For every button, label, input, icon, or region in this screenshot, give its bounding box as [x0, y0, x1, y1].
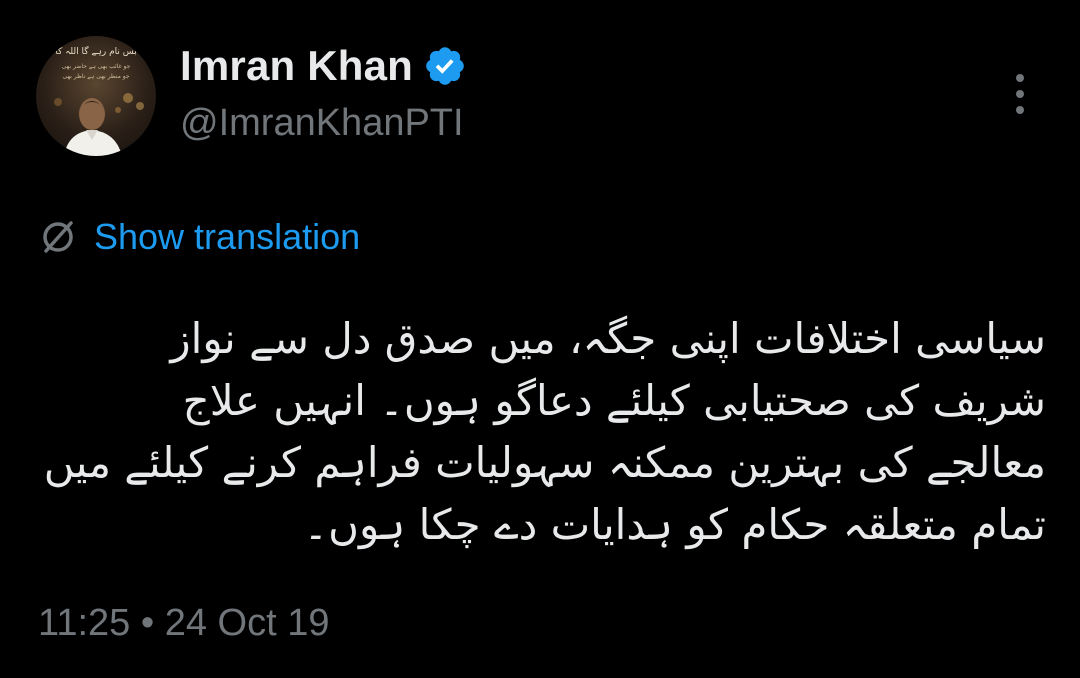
- tweet-card: بس نام رہے گا اللہ کا جو غائب بھی ہے حاض…: [0, 0, 1080, 678]
- display-name[interactable]: Imran Khan: [180, 42, 413, 90]
- dot-icon: [1016, 106, 1024, 114]
- tweet-text: سیاسی اختلافات اپنی جگہ، میں صدق دل سے ن…: [43, 314, 1046, 549]
- show-translation-button[interactable]: Show translation: [38, 212, 360, 262]
- author-name-row: Imran Khan: [180, 38, 467, 94]
- avatar-caption-1: بس نام رہے گا اللہ کا: [55, 45, 137, 57]
- dot-icon: [1016, 74, 1024, 82]
- avatar[interactable]: بس نام رہے گا اللہ کا جو غائب بھی ہے حاض…: [36, 36, 156, 156]
- globe-icon: [43, 221, 73, 253]
- more-options-button[interactable]: [1004, 72, 1036, 116]
- verified-badge-icon[interactable]: [423, 44, 467, 88]
- avatar-image: بس نام رہے گا اللہ کا جو غائب بھی ہے حاض…: [54, 45, 144, 156]
- avatar-caption-3: جو منظر بھی ہے ناظر بھی: [62, 73, 129, 80]
- tweet-timestamp[interactable]: 11:25 • 24 Oct 19: [38, 602, 329, 645]
- author-handle[interactable]: @ImranKhanPTI: [180, 102, 464, 145]
- show-translation-label: Show translation: [94, 216, 361, 257]
- avatar-caption-2: جو غائب بھی ہے حاضر بھی: [62, 63, 131, 70]
- dot-icon: [1016, 90, 1024, 98]
